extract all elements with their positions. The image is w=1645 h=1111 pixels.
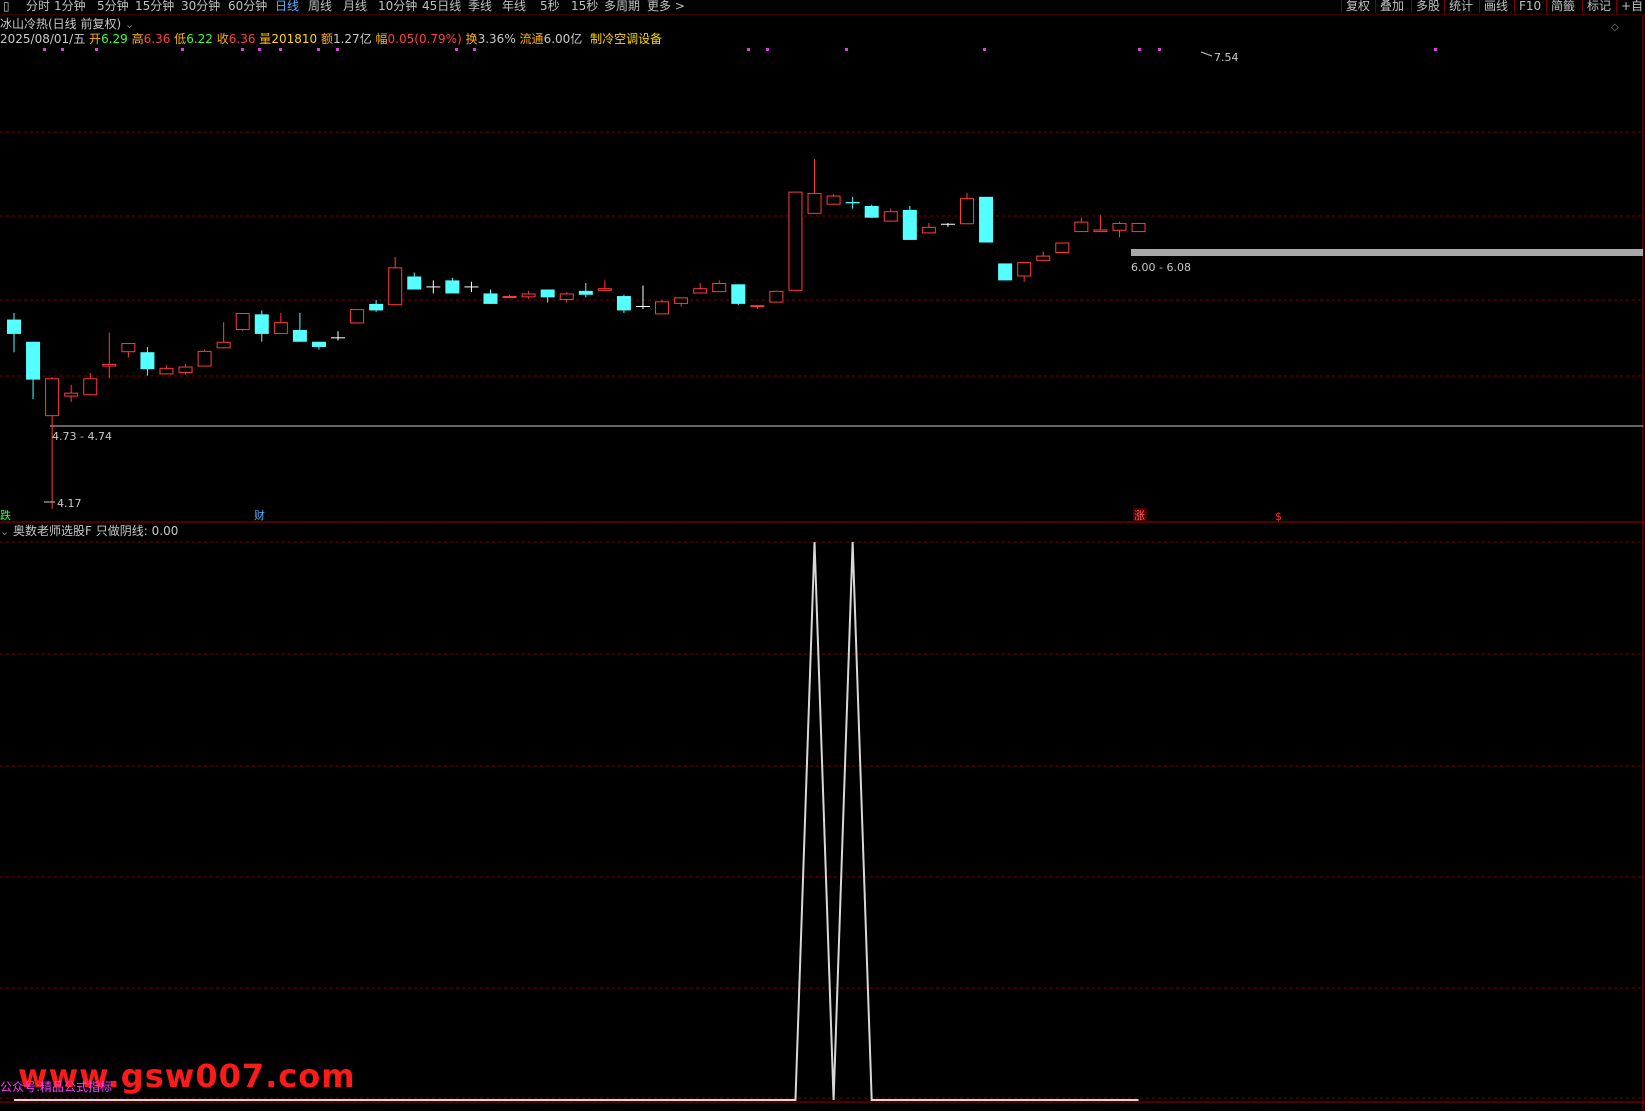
candle-body-21: [407, 276, 422, 290]
candle-body-32: [616, 296, 631, 311]
high-pointer: [1200, 51, 1213, 57]
marker-dollar: $: [1275, 510, 1282, 523]
candle-body-0: [7, 319, 21, 334]
candle-body-26: [502, 296, 517, 299]
signal-dot-11: [747, 48, 750, 51]
candle-body-51: [979, 196, 994, 243]
resistance-range-label: 6.00 - 6.08: [1131, 261, 1191, 274]
signal-dot-1: [61, 48, 64, 51]
candle-body-59: [1131, 222, 1146, 233]
candle-body-13: [254, 314, 269, 334]
kline-chart-svg[interactable]: 7.54 4.17 4.73 - 4.74 6.00 - 6.08 跌 财 涨 $ ◇: [0, 0, 1645, 1111]
indicator-line-name: 只做阴线: [95, 524, 144, 538]
candle-body-10: [197, 350, 212, 367]
indicator-value: 0.00: [151, 524, 179, 538]
candle-body-55: [1055, 242, 1070, 253]
indicator-line: [14, 541, 1139, 1101]
candle-body-2: [45, 378, 60, 417]
candle-body-36: [693, 288, 708, 294]
candle-body-52: [998, 263, 1013, 281]
marker-die: 跌: [0, 508, 11, 522]
candle-body-38: [731, 284, 746, 304]
candle-body-19: [369, 303, 384, 311]
candle-body-53: [1017, 262, 1032, 277]
signal-dot-3: [181, 48, 184, 51]
signal-dot-14: [983, 48, 986, 51]
indicator-dropdown-icon[interactable]: ⌄: [0, 525, 9, 538]
candle-body-7: [140, 352, 155, 370]
candle-body-44: [845, 202, 860, 204]
candle-body-54: [1036, 255, 1051, 261]
candle-body-46: [883, 211, 898, 222]
candle-body-23: [445, 280, 460, 294]
signal-dot-2: [95, 48, 98, 51]
candle-body-12: [235, 313, 250, 330]
candle-body-4: [83, 378, 98, 396]
signal-dot-9: [455, 48, 458, 51]
marker-zhang: 涨: [1134, 509, 1145, 522]
signal-dot-16: [1158, 48, 1161, 51]
indicator-title: ⌄ 奥数老师选股F 只做阴线: 0.00: [0, 524, 179, 538]
candle-body-25: [483, 293, 498, 304]
candle-body-8: [159, 367, 174, 375]
signal-dot-5: [258, 48, 261, 51]
candle-body-58: [1112, 222, 1127, 231]
candle-body-45: [864, 205, 879, 218]
signal-dot-15: [1138, 48, 1141, 51]
signal-dot-17: [1434, 48, 1437, 51]
candle-body-42: [807, 192, 822, 214]
signal-dot-0: [43, 48, 46, 51]
collapse-icon: ◇: [1611, 22, 1619, 33]
support-range-label: 4.73 - 4.74: [52, 430, 112, 443]
candle-body-50: [960, 198, 974, 225]
candle-body-30: [578, 290, 593, 295]
candle-body-5: [102, 363, 117, 367]
candle-body-11: [216, 341, 231, 349]
candle-body-15: [292, 330, 307, 342]
low-price-label: 4.17: [57, 497, 82, 510]
candle-body-9: [178, 366, 193, 374]
candle-body-28: [540, 289, 555, 298]
marker-cai: 财: [254, 508, 265, 522]
candle-body-47: [902, 209, 917, 240]
signal-dot-10: [473, 48, 476, 51]
candle-body-35: [674, 297, 689, 304]
candle-body-3: [64, 392, 79, 397]
watermark-small: 公众号:精品公式指标: [0, 1080, 113, 1094]
signal-dot-4: [241, 48, 244, 51]
signal-dot-13: [845, 48, 848, 51]
high-price-label: 7.54: [1214, 51, 1239, 64]
candle-body-40: [769, 290, 784, 303]
candle-body-29: [559, 293, 574, 300]
candle-body-27: [521, 293, 536, 298]
signal-dot-8: [336, 48, 339, 51]
candle-body-43: [826, 195, 841, 205]
candle-body-39: [750, 305, 765, 308]
candle-body-34: [655, 301, 670, 315]
signal-dot-7: [317, 48, 320, 51]
candle-body-56: [1074, 221, 1089, 233]
candle-body-6: [121, 343, 136, 353]
signal-dot-12: [766, 48, 769, 51]
candle-body-1: [26, 341, 41, 380]
candle-body-20: [388, 267, 403, 306]
candle-body-41: [788, 191, 803, 291]
candle-body-48: [921, 226, 936, 234]
signal-dot-6: [279, 48, 282, 51]
indicator-name: 奥数老师选股F: [13, 524, 92, 538]
candle-body-31: [597, 288, 612, 291]
candle-body-57: [1093, 229, 1108, 233]
candle-body-16: [311, 341, 326, 347]
candle-body-37: [712, 283, 727, 293]
candle-body-18: [350, 309, 365, 324]
candle-body-14: [273, 322, 288, 334]
resistance-band: [1131, 249, 1643, 256]
